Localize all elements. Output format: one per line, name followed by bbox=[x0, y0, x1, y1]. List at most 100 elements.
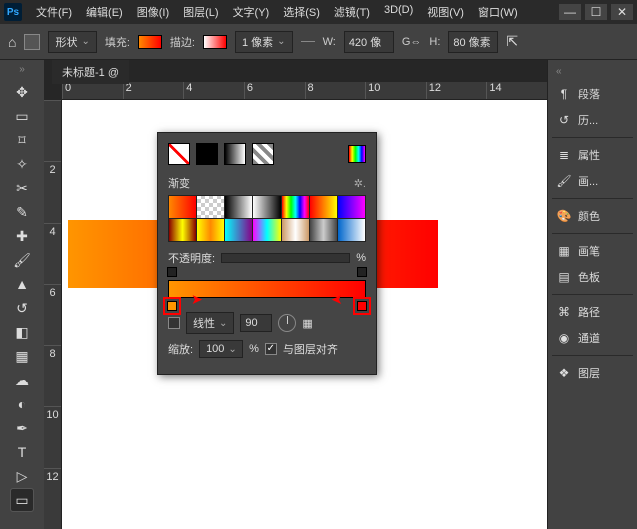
menu-layer[interactable]: 图层(L) bbox=[177, 1, 224, 23]
height-label: H: bbox=[429, 36, 440, 48]
menu-3d[interactable]: 3D(D) bbox=[378, 1, 419, 23]
stroke-swatch[interactable] bbox=[203, 35, 227, 49]
panel-icon: ❖ bbox=[556, 366, 572, 380]
fill-gradient-swatch[interactable] bbox=[224, 143, 246, 165]
link-wh-icon[interactable]: G⇔ bbox=[402, 36, 422, 48]
scale-field[interactable]: 100 bbox=[199, 340, 243, 358]
gradient-preset-0[interactable] bbox=[169, 196, 196, 218]
angle-dial[interactable] bbox=[278, 314, 296, 332]
panel-图层[interactable]: ❖图层 bbox=[552, 360, 633, 386]
gradient-preset-6[interactable] bbox=[338, 196, 365, 218]
marquee-tool[interactable]: ▭ bbox=[11, 105, 33, 127]
angle-field[interactable]: 90 bbox=[240, 314, 272, 332]
fill-label: 填充: bbox=[105, 34, 130, 50]
height-field[interactable]: 80 像素 bbox=[448, 31, 498, 53]
stroke-width-field[interactable]: 1 像素 bbox=[235, 31, 293, 53]
menu-window[interactable]: 窗口(W) bbox=[472, 1, 524, 23]
menu-filter[interactable]: 滤镜(T) bbox=[328, 1, 376, 23]
panel-色板[interactable]: ▤色板 bbox=[552, 264, 633, 290]
tool-preset[interactable] bbox=[24, 34, 40, 50]
panel-icon: 🎨 bbox=[556, 209, 572, 223]
toolbar: » ✥ ▭ ⌑ ✧ ✂ ✎ ✚ 🖌 ▲ ↺ ◧ ▦ ☁ ◐ ✒ T ▷ ▭ bbox=[0, 60, 44, 529]
gradient-tool[interactable]: ▦ bbox=[11, 345, 33, 367]
color-picker-icon[interactable] bbox=[348, 145, 366, 163]
opacity-stop-left[interactable] bbox=[167, 267, 177, 277]
wand-tool[interactable]: ✧ bbox=[11, 153, 33, 175]
gradient-style-dropdown[interactable]: 线性 bbox=[186, 312, 234, 334]
rectangle-tool[interactable]: ▭ bbox=[11, 489, 33, 511]
move-tool[interactable]: ✥ bbox=[11, 81, 33, 103]
gradient-editor-bar[interactable]: ➤ ➤ bbox=[168, 280, 366, 298]
toolbar-grip-icon[interactable]: » bbox=[19, 64, 25, 75]
crop-tool[interactable]: ✂ bbox=[11, 177, 33, 199]
type-tool[interactable]: T bbox=[11, 441, 33, 463]
menu-select[interactable]: 选择(S) bbox=[277, 1, 326, 23]
eyedropper-tool[interactable]: ✎ bbox=[11, 201, 33, 223]
fill-solid-swatch[interactable] bbox=[196, 143, 218, 165]
panel-通道[interactable]: ◉通道 bbox=[552, 325, 633, 351]
gradient-preset-12[interactable] bbox=[310, 219, 337, 241]
gradient-preset-11[interactable] bbox=[282, 219, 309, 241]
stamp-tool[interactable]: ▲ bbox=[11, 273, 33, 295]
menu-edit[interactable]: 编辑(E) bbox=[80, 1, 129, 23]
menu-image[interactable]: 图像(I) bbox=[131, 1, 175, 23]
document-tab[interactable]: 未标题-1 @ bbox=[52, 60, 129, 84]
fill-swatch[interactable] bbox=[138, 35, 162, 49]
panel-grip-icon[interactable]: « bbox=[552, 66, 633, 81]
fill-pattern-swatch[interactable] bbox=[252, 143, 274, 165]
dodge-tool[interactable]: ◐ bbox=[11, 393, 33, 415]
gradient-preset-5[interactable] bbox=[310, 196, 337, 218]
path-select-tool[interactable]: ▷ bbox=[11, 465, 33, 487]
maximize-button[interactable]: ☐ bbox=[585, 4, 607, 20]
opacity-stop-right[interactable] bbox=[357, 267, 367, 277]
stroke-label: 描边: bbox=[170, 34, 195, 50]
scale-label: 缩放: bbox=[168, 341, 193, 357]
gradient-preset-8[interactable] bbox=[197, 219, 224, 241]
gradient-preset-1[interactable] bbox=[197, 196, 224, 218]
reverse-checkbox[interactable] bbox=[168, 317, 180, 329]
home-icon[interactable]: ⌂ bbox=[8, 34, 16, 50]
menu-type[interactable]: 文字(Y) bbox=[227, 1, 276, 23]
stroke-style[interactable] bbox=[301, 41, 315, 42]
panel-label: 色板 bbox=[578, 269, 600, 285]
panel-颜色[interactable]: 🎨颜色 bbox=[552, 203, 633, 229]
blur-tool[interactable]: ☁ bbox=[11, 369, 33, 391]
gear-icon[interactable]: ✲. bbox=[354, 177, 366, 190]
history-brush-tool[interactable]: ↺ bbox=[11, 297, 33, 319]
eraser-tool[interactable]: ◧ bbox=[11, 321, 33, 343]
gradient-preset-4[interactable] bbox=[282, 196, 309, 218]
dither-icon[interactable]: ▦ bbox=[302, 317, 312, 330]
minimize-button[interactable]: — bbox=[559, 4, 581, 20]
panel-历...[interactable]: ↺历... bbox=[552, 107, 633, 133]
panel-画笔[interactable]: ▦画笔 bbox=[552, 238, 633, 264]
width-label: W: bbox=[323, 36, 336, 48]
gradient-preset-3[interactable] bbox=[253, 196, 280, 218]
opacity-slider[interactable] bbox=[221, 253, 350, 263]
align-checkbox[interactable] bbox=[265, 343, 277, 355]
width-field[interactable]: 420 像 bbox=[344, 31, 394, 53]
panel-段落[interactable]: ¶段落 bbox=[552, 81, 633, 107]
menu-file[interactable]: 文件(F) bbox=[30, 1, 78, 23]
panel-属性[interactable]: ≣属性 bbox=[552, 142, 633, 168]
opacity-pct: % bbox=[356, 252, 366, 264]
panel-dock: « ¶段落↺历... ≣属性🖌画... 🎨颜色 ▦画笔▤色板 ⌘路径◉通道 ❖图层 bbox=[547, 60, 637, 529]
fill-none-swatch[interactable] bbox=[168, 143, 190, 165]
heal-tool[interactable]: ✚ bbox=[11, 225, 33, 247]
shape-mode-dropdown[interactable]: 形状 bbox=[48, 31, 96, 53]
panel-画...[interactable]: 🖌画... bbox=[552, 168, 633, 194]
gradient-preset-10[interactable] bbox=[253, 219, 280, 241]
menu-view[interactable]: 视图(V) bbox=[421, 1, 470, 23]
gradient-preset-13[interactable] bbox=[338, 219, 365, 241]
gradient-preset-2[interactable] bbox=[225, 196, 252, 218]
panel-label: 段落 bbox=[578, 86, 600, 102]
options-bar: ⌂ 形状 填充: 描边: 1 像素 W: 420 像 G⇔ H: 80 像素 ⇱ bbox=[0, 24, 637, 60]
gradient-preset-9[interactable] bbox=[225, 219, 252, 241]
pen-tool[interactable]: ✒ bbox=[11, 417, 33, 439]
brush-tool[interactable]: 🖌 bbox=[11, 249, 33, 271]
export-icon[interactable]: ⇱ bbox=[506, 33, 518, 50]
gradient-presets bbox=[168, 195, 366, 242]
lasso-tool[interactable]: ⌑ bbox=[11, 129, 33, 151]
panel-路径[interactable]: ⌘路径 bbox=[552, 299, 633, 325]
gradient-preset-7[interactable] bbox=[169, 219, 196, 241]
close-button[interactable]: ✕ bbox=[611, 4, 633, 20]
